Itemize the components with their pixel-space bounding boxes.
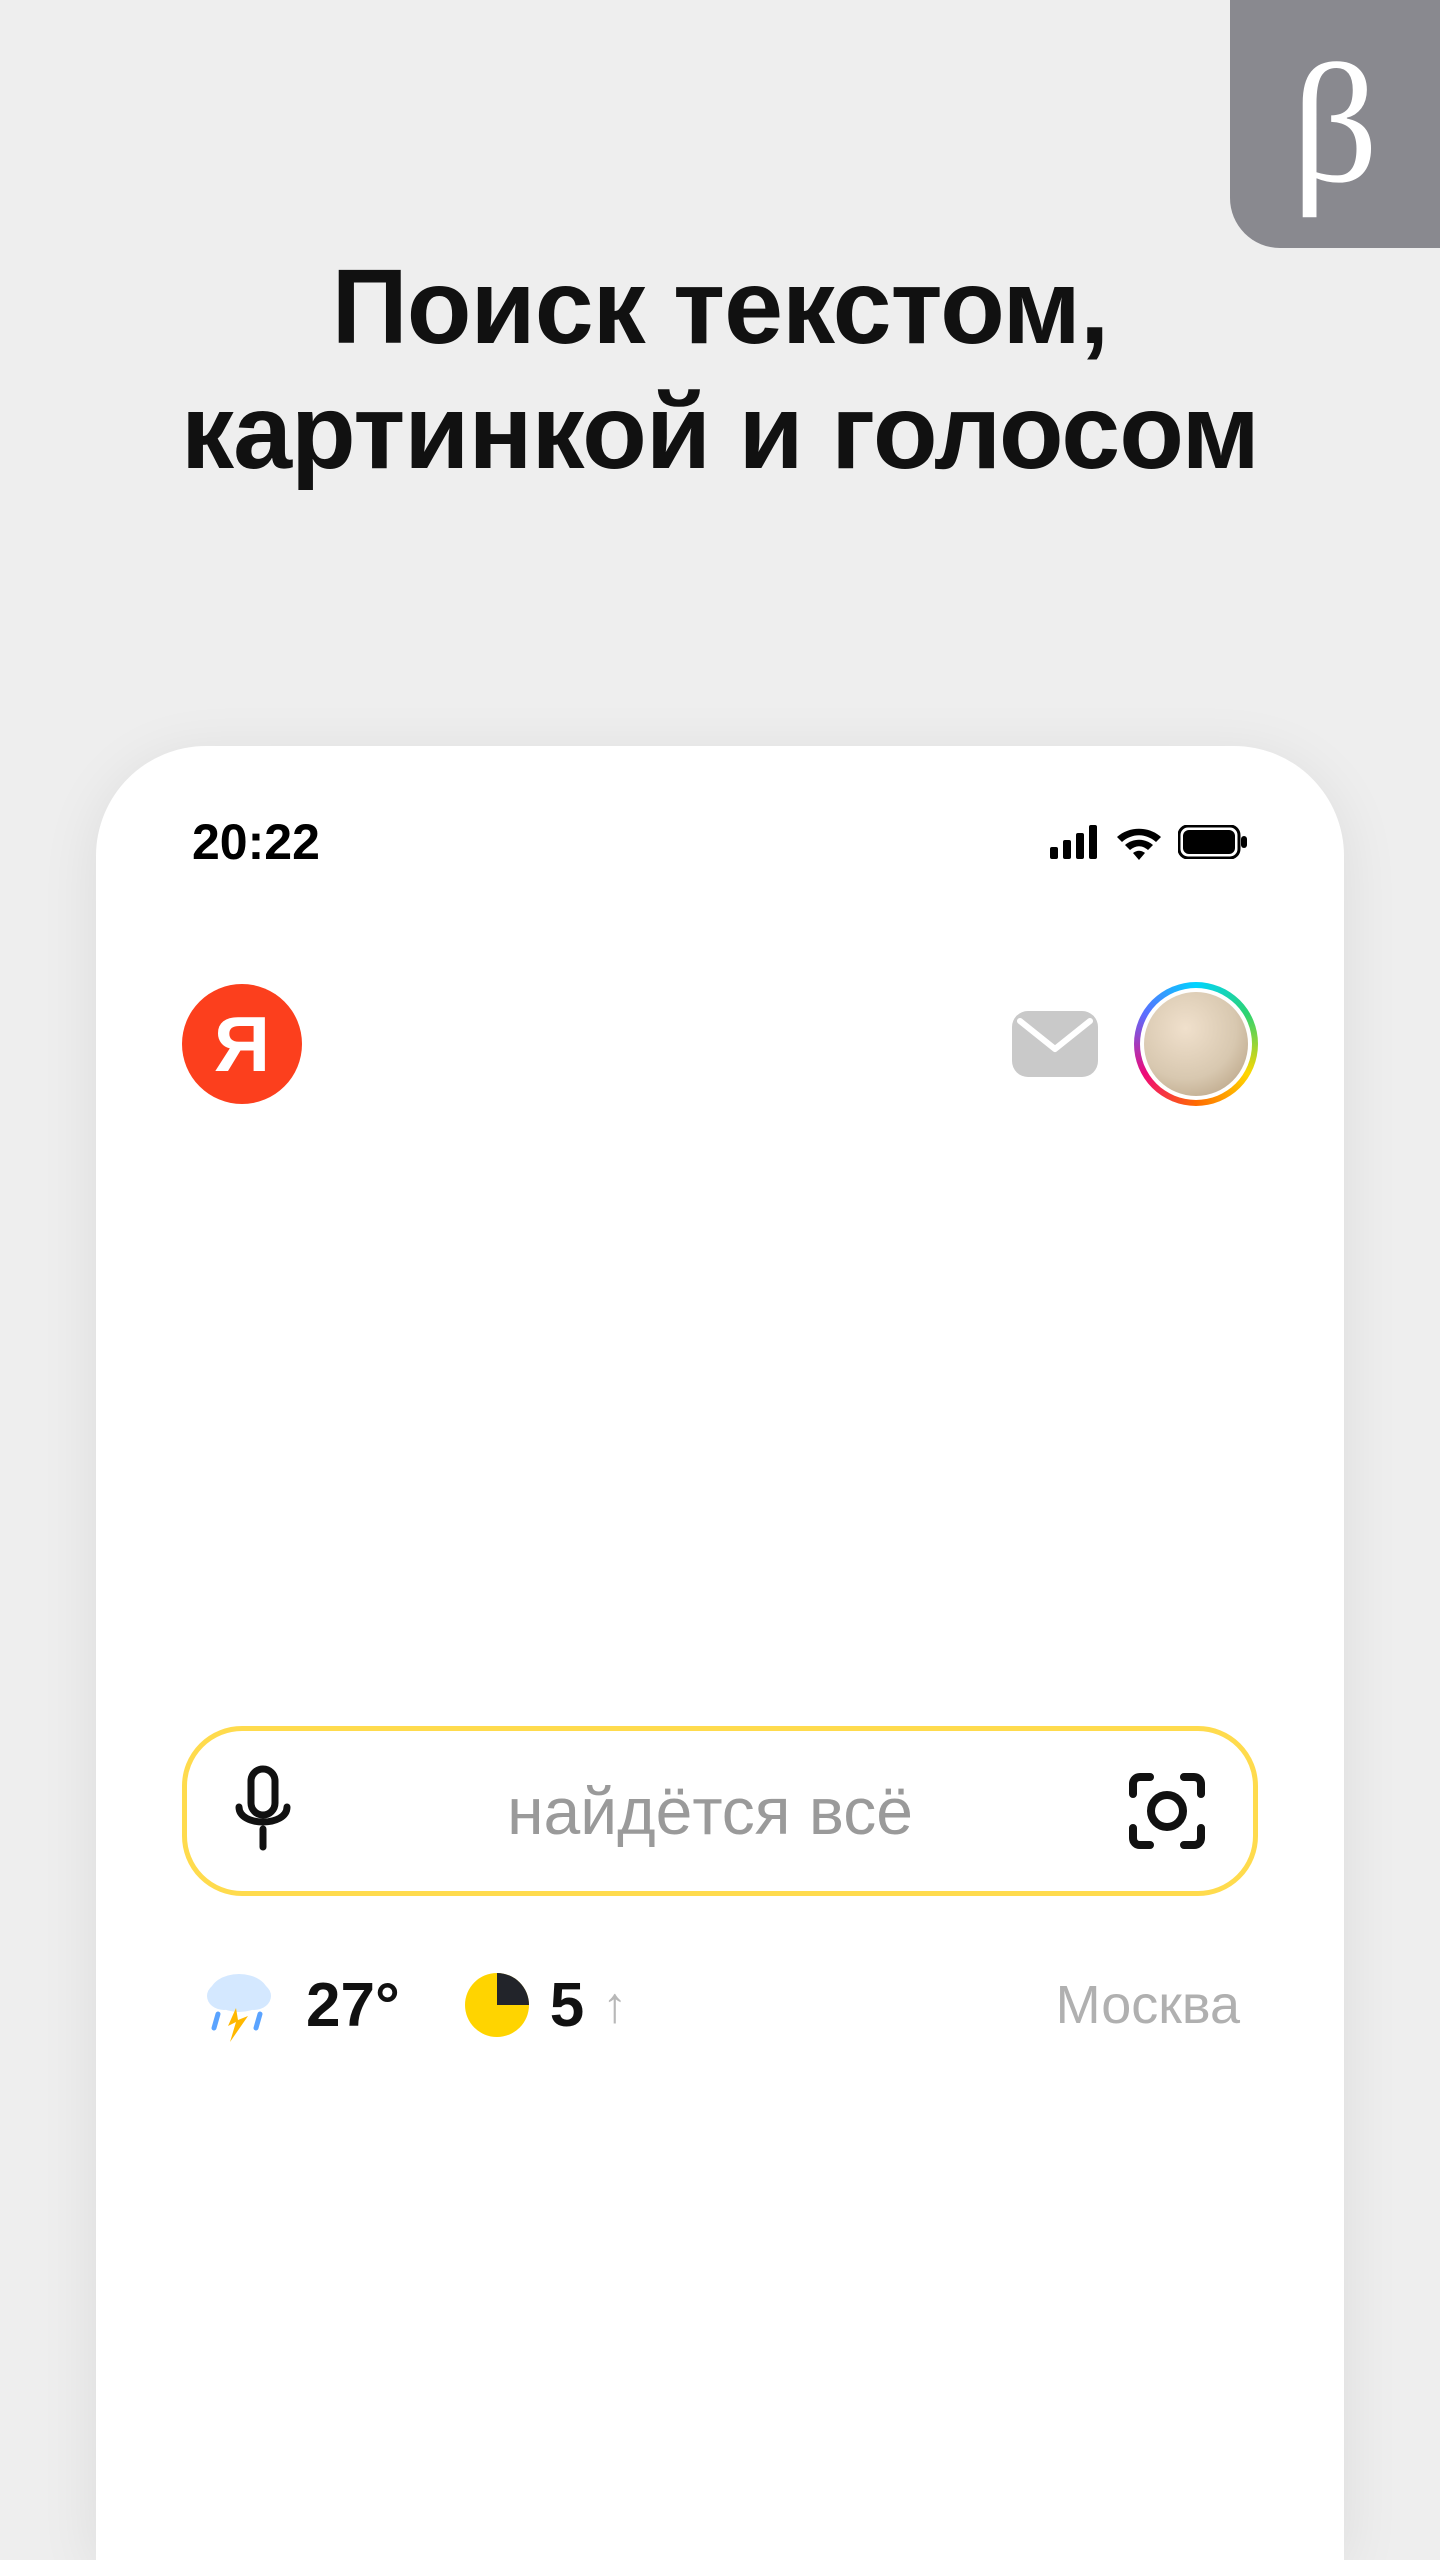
cellular-icon	[1050, 825, 1100, 859]
headline-line-1: Поиск текстом,	[0, 245, 1440, 370]
avatar-inner	[1140, 988, 1252, 1100]
search-placeholder: найдётся всё	[329, 1773, 1091, 1849]
mail-icon[interactable]	[1012, 1011, 1098, 1077]
status-icons	[1050, 824, 1248, 860]
header-actions	[1012, 982, 1258, 1106]
camera-icon[interactable]	[1121, 1770, 1213, 1852]
info-row: 27° 5 ↑ Москва	[182, 1966, 1258, 2044]
phone-frame: 20:22 Я	[96, 746, 1344, 2560]
headline-line-2: картинкой и голосом	[0, 370, 1440, 495]
storm-icon	[200, 1966, 278, 2044]
avatar[interactable]	[1134, 982, 1258, 1106]
trend-up-icon: ↑	[602, 1976, 627, 2034]
promo-headline: Поиск текстом, картинкой и голосом	[0, 245, 1440, 495]
currency-widget[interactable]: 5 ↑	[462, 1970, 627, 2041]
beta-badge: β	[1230, 0, 1440, 248]
app-logo-letter: Я	[214, 999, 270, 1090]
microphone-icon[interactable]	[227, 1765, 299, 1857]
wifi-icon	[1114, 824, 1164, 860]
currency-value: 5	[550, 1970, 584, 2041]
search-bar[interactable]: найдётся всё	[182, 1726, 1258, 1896]
avatar-image	[1144, 992, 1248, 1096]
app-logo[interactable]: Я	[182, 984, 302, 1104]
status-time: 20:22	[192, 813, 320, 871]
status-bar: 20:22	[182, 812, 1258, 872]
app-header: Я	[182, 982, 1258, 1106]
beta-badge-label: β	[1292, 39, 1379, 209]
battery-icon	[1178, 825, 1248, 859]
city-label[interactable]: Москва	[1056, 1974, 1240, 2036]
temperature: 27°	[306, 1970, 400, 2041]
coin-icon	[462, 1970, 532, 2040]
